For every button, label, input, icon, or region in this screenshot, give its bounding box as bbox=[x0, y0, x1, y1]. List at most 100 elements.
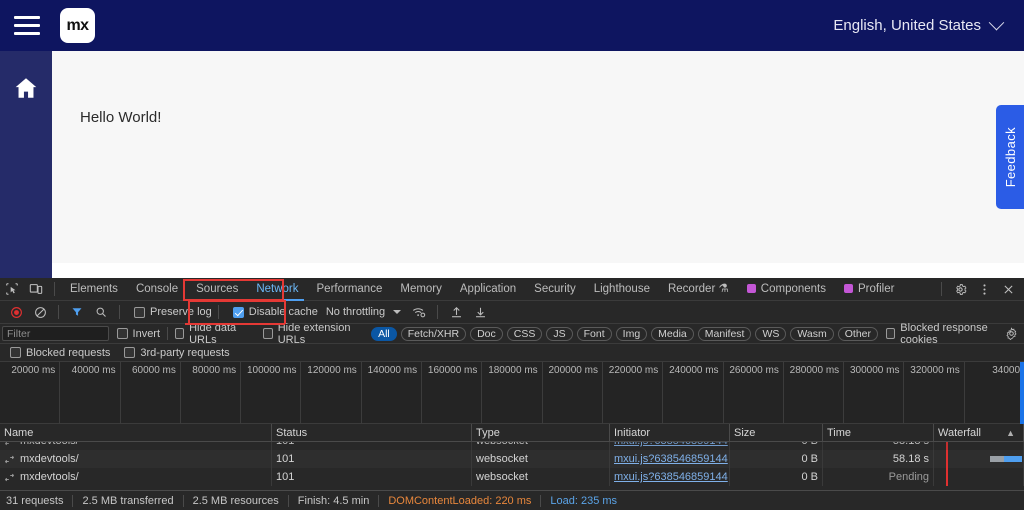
timeline-tick-label: 34000 bbox=[992, 365, 1021, 376]
divider bbox=[182, 494, 184, 507]
tab-network[interactable]: Network bbox=[247, 278, 307, 301]
hamburger-icon[interactable] bbox=[14, 11, 44, 41]
column-header-initiator[interactable]: Initiator bbox=[610, 423, 730, 442]
timeline-tick: 240000 ms bbox=[663, 362, 724, 424]
tab-lighthouse[interactable]: Lighthouse bbox=[585, 278, 659, 301]
initiator-link[interactable]: mxui.js?638546859144 bbox=[614, 453, 728, 465]
clear-icon[interactable] bbox=[28, 301, 52, 324]
type-filter-media[interactable]: Media bbox=[651, 326, 694, 341]
tab-label: Application bbox=[459, 282, 517, 295]
import-har-icon[interactable] bbox=[444, 301, 468, 324]
tab-security[interactable]: Security bbox=[525, 278, 585, 301]
checkbox-box bbox=[174, 328, 185, 339]
timeline-tick: 120000 ms bbox=[301, 362, 362, 424]
tab-components[interactable]: Components bbox=[738, 278, 835, 301]
throttling-label: No throttling bbox=[325, 306, 386, 318]
tab-console[interactable]: Console bbox=[127, 278, 187, 301]
network-toolbar: Preserve log Disable cache No throttling bbox=[0, 300, 1024, 325]
column-header-size[interactable]: Size bbox=[730, 423, 823, 442]
tab-profiler[interactable]: Profiler bbox=[835, 278, 903, 301]
column-header-name[interactable]: Name bbox=[0, 423, 272, 442]
timeline-tick: 160000 ms bbox=[422, 362, 483, 424]
tab-label: Memory bbox=[400, 282, 442, 295]
type-filter-ws[interactable]: WS bbox=[755, 326, 787, 341]
page-title: Hello World! bbox=[80, 109, 162, 126]
export-har-icon[interactable] bbox=[468, 301, 492, 324]
mendix-app-region: mx English, United States Hello World! F… bbox=[0, 0, 1024, 278]
filter-input[interactable]: Filter bbox=[2, 326, 109, 341]
disable-cache-highlight-bottom bbox=[185, 323, 285, 325]
timeline-tick: 220000 ms bbox=[603, 362, 664, 424]
mendix-logo[interactable]: mx bbox=[60, 8, 95, 43]
initiator-link[interactable]: mxui.js?638546859144 bbox=[614, 442, 728, 447]
tab-recorder[interactable]: Recorder ⚗ bbox=[659, 278, 738, 301]
network-settings-gear-icon[interactable] bbox=[1004, 322, 1024, 345]
network-overview-timeline[interactable]: 20000 ms 40000 ms 60000 ms 80000 ms 100000 m… bbox=[0, 362, 1024, 424]
language-selector[interactable]: English, United States bbox=[833, 14, 1005, 34]
app-topbar: mx English, United States bbox=[0, 0, 1024, 51]
timeline-tick-label: 200000 ms bbox=[548, 365, 598, 376]
column-header-type[interactable]: Type bbox=[472, 423, 610, 442]
gear-icon[interactable] bbox=[948, 278, 972, 301]
column-header-time[interactable]: Time bbox=[823, 423, 934, 442]
preserve-log-checkbox[interactable]: Preserve log bbox=[134, 306, 212, 318]
feedback-button[interactable]: Feedback bbox=[996, 105, 1024, 209]
type-filter-manifest[interactable]: Manifest bbox=[697, 326, 752, 341]
transferred-size: 2.5 MB transferred bbox=[82, 494, 174, 507]
hide-data-urls-checkbox[interactable]: Hide data URLs bbox=[174, 322, 252, 346]
disable-cache-checkbox[interactable]: Disable cache bbox=[232, 306, 318, 318]
inspect-element-icon[interactable] bbox=[0, 278, 24, 301]
chevron-down-icon bbox=[393, 310, 402, 314]
cell-status: 101 bbox=[272, 450, 472, 468]
invert-label: Invert bbox=[132, 327, 161, 340]
type-filter-img[interactable]: Img bbox=[615, 326, 648, 341]
type-filter-all[interactable]: All bbox=[371, 326, 397, 341]
blocked-requests-checkbox[interactable]: Blocked requests bbox=[10, 347, 110, 359]
column-header-status[interactable]: Status bbox=[272, 423, 472, 442]
tab-elements[interactable]: Elements bbox=[61, 278, 127, 301]
type-filter-js[interactable]: JS bbox=[546, 326, 573, 341]
type-filter-css[interactable]: CSS bbox=[506, 326, 543, 341]
table-row[interactable]: mxdevtools/101websocket mxui.js?638546859… bbox=[0, 450, 1024, 468]
throttling-dropdown[interactable]: No throttling bbox=[325, 306, 402, 318]
tab-sources[interactable]: Sources bbox=[187, 278, 247, 301]
cell-status: 101 bbox=[272, 468, 472, 486]
network-conditions-icon[interactable] bbox=[407, 301, 431, 324]
requests-count: 31 requests bbox=[6, 494, 64, 507]
checkbox-box bbox=[10, 347, 21, 358]
more-vertical-icon[interactable] bbox=[972, 278, 996, 301]
tab-application[interactable]: Application bbox=[451, 278, 525, 301]
device-toolbar-icon[interactable] bbox=[24, 278, 48, 301]
home-icon[interactable] bbox=[13, 75, 39, 101]
column-header-waterfall[interactable]: Waterfall ▲ bbox=[934, 423, 1024, 442]
type-filter-fetch-xhr[interactable]: Fetch/XHR bbox=[400, 326, 467, 341]
table-row[interactable]: mxdevtools/101websocket mxui.js?638546859… bbox=[0, 468, 1024, 486]
hide-extension-urls-checkbox[interactable]: Hide extension URLs bbox=[263, 322, 361, 346]
request-name: mxdevtools/ bbox=[20, 471, 79, 483]
type-filter-doc[interactable]: Doc bbox=[470, 326, 503, 341]
timeline-tick-label: 280000 ms bbox=[789, 365, 840, 376]
record-stop-icon[interactable] bbox=[4, 301, 28, 324]
cell-type: websocket bbox=[472, 468, 610, 486]
cell-time: Pending bbox=[823, 468, 934, 486]
cell-waterfall bbox=[934, 442, 1024, 450]
tab-memory[interactable]: Memory bbox=[391, 278, 451, 301]
table-row[interactable]: mxdevtools/101websocket mxui.js?638546859… bbox=[0, 442, 1024, 450]
resource-type-filters: All Fetch/XHR Doc CSS JS Font Img Media Manifest… bbox=[371, 326, 882, 341]
invert-checkbox[interactable]: Invert bbox=[116, 327, 161, 340]
cell-initiator: mxui.js?638546859144 bbox=[610, 442, 730, 450]
close-icon[interactable] bbox=[996, 278, 1020, 301]
type-filter-other[interactable]: Other bbox=[837, 326, 879, 341]
timeline-tick-label: 40000 ms bbox=[71, 365, 116, 376]
search-icon[interactable] bbox=[89, 301, 113, 324]
blocked-response-cookies-checkbox[interactable]: Blocked response cookies bbox=[886, 322, 1004, 346]
type-filter-wasm[interactable]: Wasm bbox=[790, 326, 834, 341]
overview-selection-handle[interactable] bbox=[1020, 362, 1024, 424]
filter-funnel-icon[interactable] bbox=[65, 301, 89, 324]
initiator-link[interactable]: mxui.js?638546859144 bbox=[614, 471, 728, 483]
cell-size: 0 B bbox=[730, 468, 823, 486]
type-filter-font[interactable]: Font bbox=[576, 326, 612, 341]
tab-performance[interactable]: Performance bbox=[308, 278, 392, 301]
third-party-requests-checkbox[interactable]: 3rd-party requests bbox=[124, 347, 230, 359]
language-label: English, United States bbox=[833, 17, 981, 34]
